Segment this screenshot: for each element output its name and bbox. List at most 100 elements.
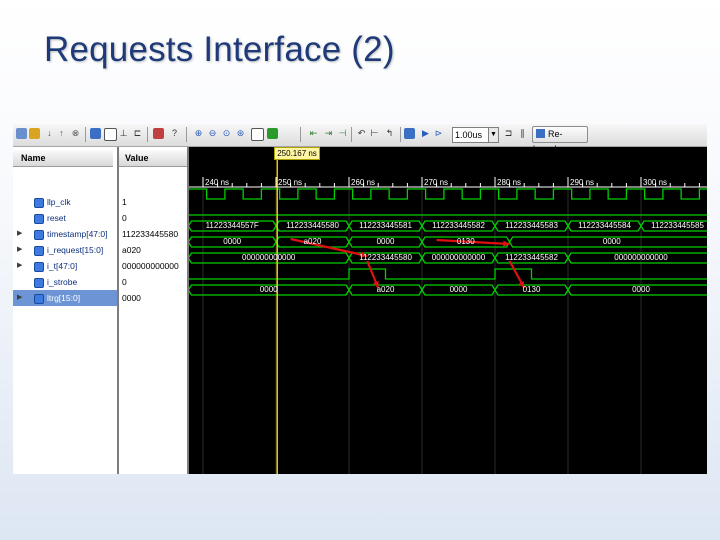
- bus-value-label: 000000000000: [431, 253, 486, 262]
- signal-value: 0: [122, 277, 127, 287]
- relaunch-button[interactable]: Re-launch: [532, 126, 588, 154]
- bus-value-label: 000000000000: [241, 253, 296, 262]
- bus-value-label: 0000: [376, 237, 395, 246]
- time-tick-label: 270 ns: [424, 178, 449, 187]
- marker-icon[interactable]: [267, 128, 278, 139]
- bus-value-label: 112233445581: [359, 221, 412, 230]
- zoom-fit-icon[interactable]: ⊙: [221, 128, 232, 139]
- relaunch-icon: [536, 129, 545, 138]
- bus-value-label: a020: [303, 237, 322, 246]
- pause-icon[interactable]: ∥: [517, 128, 528, 139]
- signal-name: reset: [47, 213, 66, 223]
- cursor-icon[interactable]: ⊣: [337, 128, 348, 139]
- signal-name: i_t[47:0]: [47, 261, 78, 271]
- signal-value: a020: [122, 245, 141, 255]
- bus-value-label: 112233445584: [578, 221, 631, 230]
- bus-value-label: 112233445582: [432, 221, 485, 230]
- bus-value-label: 0000: [259, 285, 278, 294]
- branch-icon[interactable]: ⊢: [369, 128, 380, 139]
- signal-icon: [34, 198, 44, 208]
- prev-edge-icon[interactable]: ⇤: [308, 128, 319, 139]
- restart-icon[interactable]: [404, 128, 415, 139]
- signal-row[interactable]: ▶ i_request[15:0]: [13, 242, 117, 258]
- signal-icon: [34, 214, 44, 224]
- run-icon[interactable]: ▶: [420, 128, 431, 139]
- signal-name: llp_clk: [47, 197, 71, 207]
- time-tick-label: 260 ns: [351, 178, 376, 187]
- signal-row[interactable]: i_strobe: [13, 274, 117, 290]
- toolbar: ↓ ↑ ⊗ ⊥ ⊏ ? ⊕ ⊖ ⊙ ⊛ ⇤ ⇥ ⊣ ↶ ⊢ ↰ ▶ ⊳ 1.00…: [13, 124, 707, 154]
- time-tick-label: 290 ns: [570, 178, 595, 187]
- divider-icon[interactable]: [104, 128, 117, 141]
- signal-value: 1: [122, 197, 127, 207]
- pointer-icon[interactable]: [29, 128, 40, 139]
- waveform-area[interactable]: 250.167 ns 240 ns 250 ns 260 ns 270 ns 280 n…: [189, 147, 707, 474]
- zoom-tool-icon[interactable]: [16, 128, 27, 139]
- chevron-down-icon[interactable]: ▼: [488, 127, 499, 143]
- signal-name: i_strobe: [47, 277, 78, 287]
- time-tick-label: 240 ns: [205, 178, 230, 187]
- signal-name: timestamp[47:0]: [47, 229, 108, 239]
- align-icon[interactable]: ⊥: [118, 128, 129, 139]
- signal-row[interactable]: ▶ i_t[47:0]: [13, 258, 117, 274]
- step-back-icon[interactable]: ↶: [356, 128, 367, 139]
- signal-icon: [34, 278, 44, 288]
- signal-icon: [34, 294, 44, 304]
- signal-icon: [34, 246, 44, 256]
- signal-name: i_request[15:0]: [47, 245, 104, 255]
- bus-value-label: 0000: [632, 285, 650, 294]
- bus-value-label: 0000: [449, 285, 468, 294]
- slide-title: Requests Interface (2): [44, 30, 395, 69]
- bus-value-label: 0000: [223, 237, 242, 246]
- zoom-in-icon[interactable]: ⊕: [193, 128, 204, 139]
- bus-value-label: 0000: [602, 237, 621, 246]
- delete-icon[interactable]: ⊗: [70, 128, 81, 139]
- signal-row[interactable]: ▶ ltrg[15:0]: [13, 290, 117, 306]
- cursor-time-label: 250.167 ns: [274, 147, 320, 160]
- tools-icon[interactable]: [153, 128, 164, 139]
- run-all-icon[interactable]: ⊳: [433, 128, 444, 139]
- simulator-window: ↓ ↑ ⊗ ⊥ ⊏ ? ⊕ ⊖ ⊙ ⊛ ⇤ ⇥ ⊣ ↶ ⊢ ↰ ▶ ⊳ 1.00…: [13, 124, 707, 474]
- bracket-icon[interactable]: ⊏: [132, 128, 143, 139]
- expand-icon[interactable]: ▶: [17, 290, 22, 306]
- zoom-full-icon[interactable]: ⊛: [235, 128, 246, 139]
- waveform-canvas: [189, 159, 707, 474]
- arrow-down-icon[interactable]: ↓: [44, 128, 55, 139]
- clock-waveform: [189, 188, 707, 200]
- signal-value: 0000: [122, 293, 141, 303]
- expand-icon[interactable]: ▶: [17, 258, 22, 274]
- zoom-out-icon[interactable]: ⊖: [207, 128, 218, 139]
- signal-value: 112233445580: [122, 229, 179, 239]
- next-edge-icon[interactable]: ⇥: [323, 128, 334, 139]
- bus-value-label: 112233445585: [651, 221, 704, 230]
- bus-value-label: a020: [376, 285, 395, 294]
- arrow-up-icon[interactable]: ↑: [56, 128, 67, 139]
- time-tick-label: 250 ns: [278, 178, 303, 187]
- signal-row[interactable]: reset: [13, 210, 117, 226]
- bus-value-label: 000000000000: [614, 253, 668, 262]
- signal-icon: [34, 230, 44, 240]
- signal-icon: [34, 262, 44, 272]
- help-icon[interactable]: ?: [169, 128, 180, 139]
- value-column-header[interactable]: Value: [119, 150, 187, 167]
- expand-icon[interactable]: ▶: [17, 226, 22, 242]
- signal-value: 000000000000: [122, 261, 179, 271]
- name-column-header[interactable]: Name: [13, 150, 113, 167]
- run-time-input[interactable]: 1.00us: [452, 127, 491, 143]
- bus-value-label: 112233445580: [286, 221, 339, 230]
- step-icon[interactable]: ⊐: [503, 128, 514, 139]
- signal-name: ltrg[15:0]: [47, 293, 81, 303]
- bus-value-label: 0130: [522, 285, 541, 294]
- bus-value-label: 11223344557F: [205, 221, 259, 230]
- strobe-waveform: [189, 268, 707, 280]
- bus-value-label: 112233445583: [505, 221, 558, 230]
- group-icon[interactable]: [90, 128, 101, 139]
- toggle-icon[interactable]: [251, 128, 264, 141]
- bus-value-label: 112233445582: [505, 253, 558, 262]
- expand-icon[interactable]: ▶: [17, 242, 22, 258]
- time-tick-label: 300 ns: [643, 178, 668, 187]
- signal-row[interactable]: llp_clk: [13, 194, 117, 210]
- bus-value-label: 0130: [456, 237, 475, 246]
- signal-row[interactable]: ▶ timestamp[47:0]: [13, 226, 117, 242]
- return-icon[interactable]: ↰: [384, 128, 395, 139]
